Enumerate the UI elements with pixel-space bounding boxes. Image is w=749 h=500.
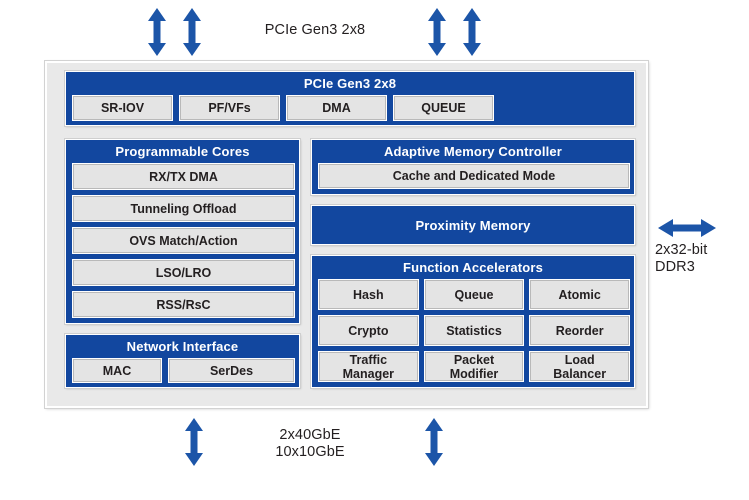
top-arrow-1 (147, 8, 167, 56)
network-block-serdes[interactable]: SerDes (168, 358, 295, 383)
pcie-module[interactable]: PCIe Gen3 2x8 SR-IOV PF/VFs DMA QUEUE (65, 71, 635, 126)
programmable-cores-block-list: RX/TX DMA Tunneling Offload OVS Match/Ac… (72, 163, 295, 318)
network-interface-block-row: MAC SerDes (72, 358, 295, 383)
top-arrow-2 (182, 8, 202, 56)
right-connection-label: 2x32-bit DDR3 (655, 242, 708, 275)
network-block-mac[interactable]: MAC (72, 358, 162, 383)
amc-block-cache-dedicated-mode[interactable]: Cache and Dedicated Mode (318, 163, 630, 189)
accelerator-block-hash[interactable]: Hash (318, 279, 419, 310)
pcie-block-row: SR-IOV PF/VFs DMA QUEUE (72, 95, 494, 121)
programmable-cores-module[interactable]: Programmable Cores RX/TX DMA Tunneling O… (65, 139, 300, 324)
accelerator-block-crypto[interactable]: Crypto (318, 315, 419, 346)
core-block-lso-lro[interactable]: LSO/LRO (72, 259, 295, 286)
double-arrow-vertical-icon (425, 418, 443, 466)
accelerator-block-atomic[interactable]: Atomic (529, 279, 630, 310)
pcie-block-dma[interactable]: DMA (286, 95, 387, 121)
top-connection-label: PCIe Gen3 2x8 (264, 22, 366, 38)
core-block-ovs-match-action[interactable]: OVS Match/Action (72, 227, 295, 254)
accelerator-block-queue[interactable]: Queue (423, 279, 525, 310)
bottom-connection-label: 2x40GbE 10x10GbE (275, 427, 345, 460)
function-accelerators-title: Function Accelerators (403, 260, 543, 275)
pcie-block-sr-iov[interactable]: SR-IOV (72, 95, 173, 121)
double-arrow-vertical-icon (185, 418, 203, 466)
accelerator-block-statistics[interactable]: Statistics (423, 315, 525, 346)
function-accelerators-module[interactable]: Function Accelerators Hash Queue Atomic … (311, 255, 635, 388)
adaptive-memory-controller-module[interactable]: Adaptive Memory Controller Cache and Ded… (311, 139, 635, 195)
function-accelerators-grid: Hash Queue Atomic Crypto Statistics Reor… (318, 279, 630, 382)
bottom-arrow-1 (184, 418, 204, 466)
network-interface-title: Network Interface (126, 339, 239, 354)
top-arrow-4 (462, 8, 482, 56)
proximity-memory-title: Proximity Memory (415, 217, 531, 233)
adaptive-memory-controller-title: Adaptive Memory Controller (384, 144, 562, 159)
pcie-block-queue[interactable]: QUEUE (393, 95, 494, 121)
double-arrow-vertical-icon (428, 8, 446, 56)
double-arrow-vertical-icon (148, 8, 166, 56)
double-arrow-vertical-icon (463, 8, 481, 56)
network-interface-module[interactable]: Network Interface MAC SerDes (65, 334, 300, 388)
accelerator-block-packet-modifier[interactable]: Packet Modifier (423, 351, 525, 382)
programmable-cores-title: Programmable Cores (115, 144, 250, 159)
accelerator-block-reorder[interactable]: Reorder (529, 315, 630, 346)
proximity-memory-module[interactable]: Proximity Memory (311, 205, 635, 245)
pcie-block-pf-vfs[interactable]: PF/VFs (179, 95, 280, 121)
soc-chassis: PCIe Gen3 2x8 SR-IOV PF/VFs DMA QUEUE Pr… (45, 61, 648, 408)
accelerator-block-traffic-manager[interactable]: Traffic Manager (318, 351, 419, 382)
accelerator-block-load-balancer[interactable]: Load Balancer (529, 351, 630, 382)
double-arrow-horizontal-icon (658, 219, 716, 237)
core-block-tunneling-offload[interactable]: Tunneling Offload (72, 195, 295, 222)
bottom-arrow-2 (424, 418, 444, 466)
right-arrow-ddr3 (658, 218, 716, 238)
core-block-rx-tx-dma[interactable]: RX/TX DMA (72, 163, 295, 190)
top-arrow-3 (427, 8, 447, 56)
core-block-rss-rsc[interactable]: RSS/RsC (72, 291, 295, 318)
double-arrow-vertical-icon (183, 8, 201, 56)
pcie-module-title: PCIe Gen3 2x8 (303, 76, 397, 91)
